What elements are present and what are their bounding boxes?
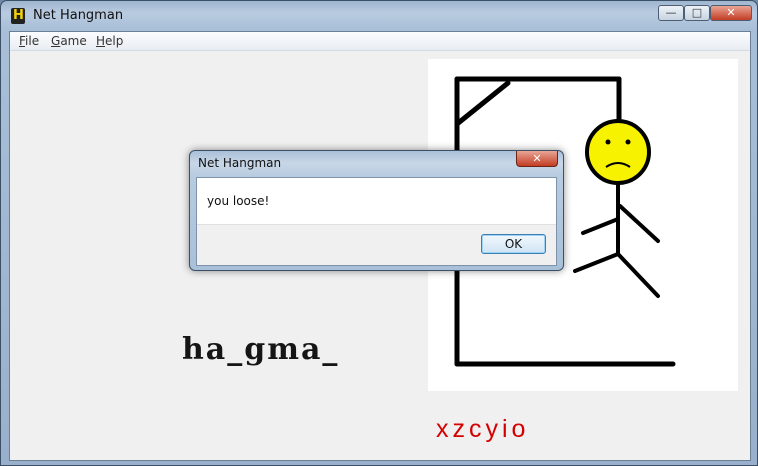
hangman-app-icon[interactable]: H [11, 8, 25, 24]
right-leg [616, 252, 660, 298]
ok-button[interactable]: OK [481, 234, 546, 254]
menu-help[interactable]: Help [96, 34, 123, 48]
minimize-button[interactable]: — [658, 5, 684, 21]
left-arm [581, 217, 620, 235]
window-title: Net Hangman [33, 8, 124, 23]
dialog-close-button[interactable]: ✕ [516, 151, 558, 167]
right-eye [625, 139, 631, 145]
right-arm [618, 204, 660, 243]
close-button[interactable]: ✕ [710, 5, 752, 21]
menu-bar: File Game Help [10, 32, 750, 51]
app-icon-glyph: H [13, 8, 24, 23]
maximize-button[interactable]: □ [684, 5, 710, 21]
dialog-title: Net Hangman [198, 156, 282, 170]
menu-file[interactable]: File [19, 34, 39, 48]
message-dialog: Net Hangman ✕ you loose! OK [189, 150, 564, 271]
guessed-letters: xzcyio [436, 415, 530, 443]
title-bar[interactable]: H Net Hangman — □ ✕ [1, 1, 757, 31]
head [585, 119, 651, 185]
gallows-brace [454, 80, 511, 127]
left-leg [573, 252, 620, 273]
word-display: ha_gma_ [182, 332, 340, 367]
dialog-body: you loose! OK [196, 177, 557, 266]
dialog-message: you loose! [207, 194, 270, 208]
menu-game[interactable]: Game [51, 34, 87, 48]
left-eye [605, 139, 611, 145]
dialog-message-area: you loose! [197, 178, 556, 225]
